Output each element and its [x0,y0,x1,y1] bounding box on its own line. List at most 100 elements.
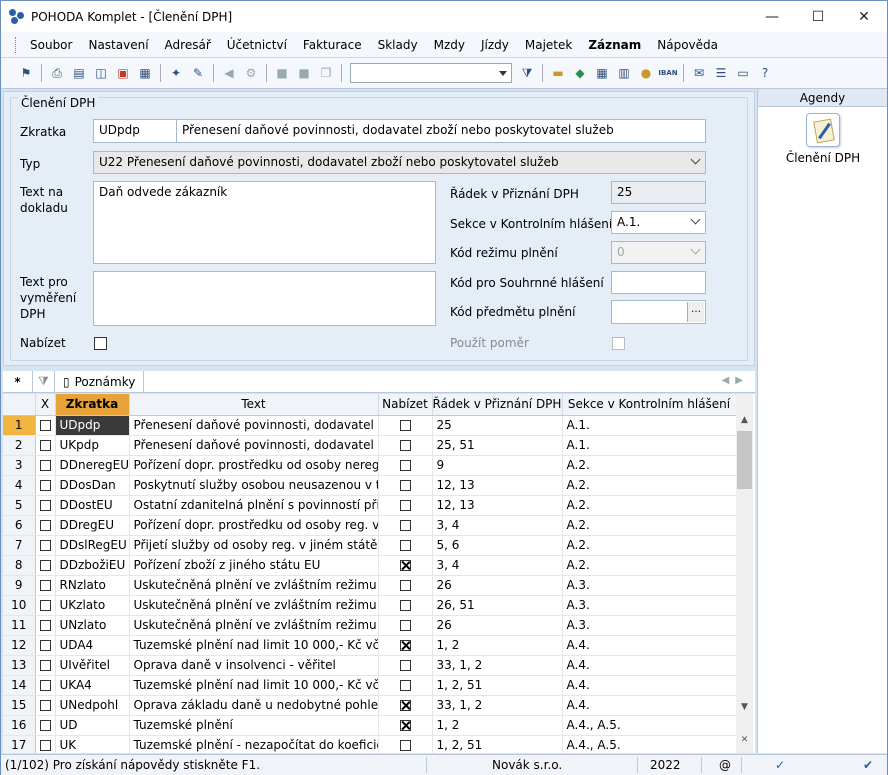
row-nabizet-checkbox[interactable] [399,700,411,711]
row-x-cell[interactable] [35,615,56,636]
menu-ucetnictvi[interactable]: Účetnictví [219,38,295,52]
table-row[interactable]: 12 UDA4 Tuzemské plnění nad limit 10 000,-… [3,635,737,656]
row-x-cell[interactable] [35,695,56,716]
row-x-checkbox[interactable] [39,660,51,671]
card-icon[interactable]: ▭ [734,64,752,82]
row-nabizet-checkbox[interactable] [399,680,411,691]
table-row[interactable]: 9 RNzlato Uskutečněná plnění ve zvláštním … [3,575,737,596]
row-nabizet-cell[interactable] [378,495,433,516]
row-nabizet-checkbox[interactable] [399,420,411,431]
row-nabizet-cell[interactable] [378,415,433,436]
row-nabizet-checkbox[interactable] [399,460,411,471]
row-x-checkbox[interactable] [39,740,51,751]
row-nabizet-cell[interactable] [378,515,433,536]
row-nabizet-checkbox[interactable] [399,740,411,751]
save-as-icon[interactable]: ■ [295,64,313,82]
table-row[interactable]: 5 DDostEU Ostatní zdanitelná plnění s povi… [3,495,737,516]
row-nabizet-checkbox[interactable] [399,600,411,611]
row-nabizet-checkbox[interactable] [399,560,411,571]
ellipsis-icon[interactable]: … [687,302,704,322]
col-radek[interactable]: Řádek v Přiznání DPH [432,394,563,416]
menu-adresar[interactable]: Adresář [157,38,219,52]
text-doklad-field[interactable]: Daň odvede zákazník [93,181,436,264]
row-x-cell[interactable] [35,535,56,556]
row-x-cell[interactable] [35,475,56,496]
table-row[interactable]: 6 DDregEU Pořízení dopr. prostředku od oso… [3,515,737,536]
scroll-thumb[interactable] [737,431,752,489]
row-x-cell[interactable] [35,455,56,476]
row-nabizet-checkbox[interactable] [399,500,411,511]
row-nabizet-cell[interactable] [378,715,433,736]
tab-filter[interactable]: ⧩ [33,370,55,393]
menu-zaznam[interactable]: Záznam [580,38,649,52]
row-nabizet-cell[interactable] [378,535,433,556]
col-sekce[interactable]: Sekce v Kontrolním hlášení [562,394,737,416]
row-nabizet-checkbox[interactable] [399,640,411,651]
vertical-scrollbar[interactable]: ▲ ▼ ✕ [736,394,753,753]
menu-majetek[interactable]: Majetek [517,38,580,52]
row-x-checkbox[interactable] [39,420,51,431]
table-row[interactable]: 13 UIvěřitel Oprava daně v insolvenci - vě… [3,655,737,676]
row-nabizet-cell[interactable] [378,695,433,716]
row-x-cell[interactable] [35,655,56,676]
folder-icon[interactable]: ▬ [549,64,567,82]
col-x[interactable]: X [35,394,56,416]
table-row[interactable]: 4 DDosDan Poskytnutí služby osobou neusaze… [3,475,737,496]
table-row[interactable]: 14 UKA4 Tuzemské plnění nad limit 10 000,-… [3,675,737,696]
kod-rezimu-select[interactable]: 0 [611,241,706,264]
row-x-checkbox[interactable] [39,560,51,571]
maximize-button[interactable]: ☐ [795,1,841,32]
row-x-checkbox[interactable] [39,700,51,711]
col-zkratka[interactable]: Zkratka [55,394,130,416]
agenda-icon[interactable]: ⚑ [17,64,35,82]
row-nabizet-checkbox[interactable] [399,580,411,591]
copy-icon[interactable]: ❐ [317,64,335,82]
help-icon[interactable]: ? [756,64,774,82]
menu-fakturace[interactable]: Fakturace [295,38,370,52]
iban-icon[interactable]: IBAN [658,64,677,82]
table-row[interactable]: 11 UNzlato Uskutečněná plnění ve zvláštním… [3,615,737,636]
table-row[interactable]: 2 UKpdp Přenesení daňové povinnosti, dodav… [3,435,737,456]
print-icon[interactable]: ⎙ [48,64,66,82]
tab-nav-arrows[interactable]: ◀▶ [722,375,749,386]
radek-field[interactable]: 25 [611,181,706,204]
row-nabizet-checkbox[interactable] [399,660,411,671]
menu-nastaveni[interactable]: Nastavení [80,38,156,52]
table-row[interactable]: 17 UK Tuzemské plnění - nezapočítat do koe… [3,735,737,753]
tab-star[interactable]: * [3,370,33,393]
row-nabizet-checkbox[interactable] [399,620,411,631]
calculator-icon[interactable]: ▥ [615,64,633,82]
row-x-checkbox[interactable] [39,480,51,491]
row-x-cell[interactable] [35,515,56,536]
row-x-cell[interactable] [35,495,56,516]
row-x-checkbox[interactable] [39,440,51,451]
edit-icon[interactable]: ✎ [189,64,207,82]
new-record-icon[interactable]: ✦ [167,64,185,82]
sekce-select[interactable]: A.1. [611,211,706,234]
col-text[interactable]: Text [129,394,379,416]
tab-poznamky[interactable]: ▯ Poznámky [55,370,145,393]
export-icon[interactable]: ▦ [136,64,154,82]
row-nabizet-checkbox[interactable] [399,540,411,551]
row-x-cell[interactable] [35,415,56,436]
scroll-down-icon[interactable]: ▼ [736,702,753,718]
row-nabizet-checkbox[interactable] [399,720,411,731]
settings-icon[interactable]: ⚙ [242,64,260,82]
row-nabizet-cell[interactable] [378,555,433,576]
text-vymereni-field[interactable] [93,271,436,326]
menu-jizdy[interactable]: Jízdy [473,38,517,52]
row-x-checkbox[interactable] [39,720,51,731]
filter-icon[interactable]: ⧩ [518,64,536,82]
table-row[interactable]: 8 DDzbožiEU Pořízení zboží z jiného státu … [3,555,737,576]
kod-souhrnne-field[interactable] [611,271,706,294]
row-x-cell[interactable] [35,595,56,616]
row-nabizet-cell[interactable] [378,615,433,636]
row-x-cell[interactable] [35,635,56,656]
close-button[interactable]: ✕ [841,1,887,32]
row-x-checkbox[interactable] [39,620,51,631]
preview-icon[interactable]: ◫ [92,64,110,82]
menu-napoveda[interactable]: Nápověda [649,38,726,52]
back-icon[interactable]: ◀ [220,64,238,82]
scroll-up-icon[interactable]: ▲ [736,415,753,431]
row-x-cell[interactable] [35,715,56,736]
